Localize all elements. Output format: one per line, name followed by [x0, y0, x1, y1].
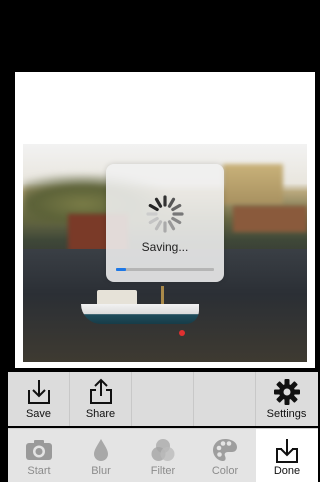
saving-label: Saving... [141, 240, 189, 254]
photo-house [223, 164, 283, 204]
tab-done[interactable]: Done [256, 429, 318, 482]
palette-icon [213, 439, 237, 461]
boat-light [179, 330, 185, 336]
boat-hull [81, 304, 199, 324]
camera-icon [26, 440, 52, 460]
share-button[interactable]: Share [70, 372, 132, 426]
tab-filter-label: Filter [150, 465, 176, 477]
tab-blur[interactable]: Blur [70, 429, 132, 482]
empty-action-slot [132, 372, 194, 426]
photo-wall-right [233, 206, 307, 232]
tab-done-label: Done [273, 465, 301, 477]
tab-color[interactable]: Color [194, 429, 256, 482]
save-button[interactable]: Save [8, 372, 70, 426]
saving-progress-fill [116, 268, 126, 271]
tab-filter[interactable]: Filter [132, 429, 194, 482]
settings-button[interactable]: Settings [256, 372, 317, 426]
settings-label: Settings [266, 408, 307, 420]
share-label: Share [85, 408, 116, 420]
saving-hud: Saving... [106, 164, 224, 282]
share-icon [89, 378, 112, 404]
gear-icon [273, 379, 300, 405]
drop-icon [94, 439, 108, 461]
saving-progress-bar [116, 268, 214, 271]
top-black-area [0, 0, 318, 72]
tab-bar: Start Blur Filter Color Done [8, 428, 318, 482]
save-label: Save [25, 408, 52, 420]
tab-start[interactable]: Start [8, 429, 70, 482]
filter-circles-icon [151, 439, 175, 461]
tab-blur-label: Blur [91, 465, 111, 477]
tab-start-label: Start [27, 465, 51, 477]
action-bar: Save Share Settings [8, 372, 318, 426]
done-download-icon [276, 439, 298, 463]
boat-mast [161, 286, 164, 304]
photo-boat [81, 286, 201, 336]
tab-color-label: Color [211, 465, 239, 477]
spinner-icon [146, 195, 184, 233]
empty-action-slot [194, 372, 256, 426]
save-icon [27, 380, 50, 404]
